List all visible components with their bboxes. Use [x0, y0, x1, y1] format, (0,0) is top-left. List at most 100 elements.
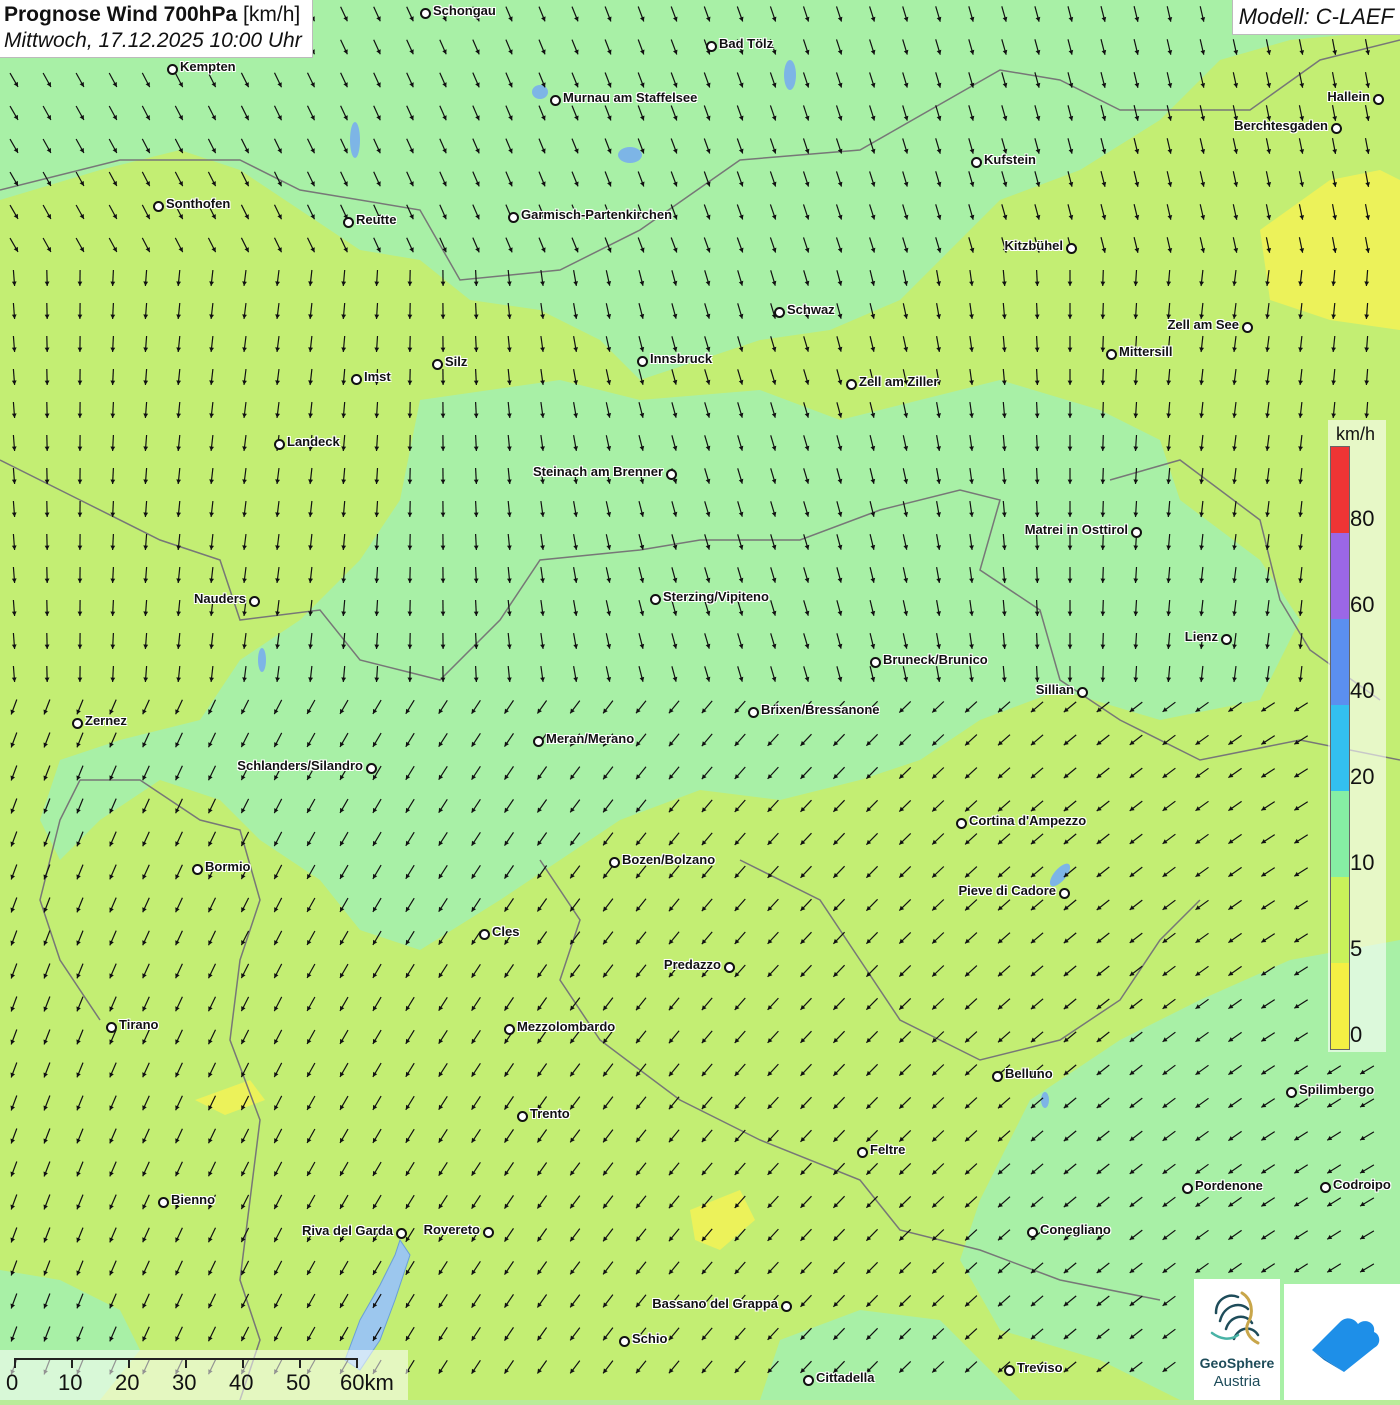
city-name: Pieve di Cadore [958, 883, 1056, 898]
city-name: Predazzo [664, 957, 721, 972]
city-dot-icon [504, 1024, 515, 1035]
city-name: Innsbruck [650, 351, 712, 366]
city-name: Zell am See [1167, 317, 1239, 332]
city-dot-icon [483, 1227, 494, 1238]
legend-swatch-60 [1331, 533, 1349, 619]
city-name: Conegliano [1040, 1222, 1111, 1237]
city-name: Trento [530, 1106, 570, 1121]
legend-label: 20 [1350, 764, 1374, 790]
city-dot-icon [366, 763, 377, 774]
city-name: Cles [492, 924, 519, 939]
city-name: Belluno [1005, 1066, 1053, 1081]
city-name: Murnau am Staffelsee [563, 90, 697, 105]
city-name: Zell am Ziller [859, 374, 938, 389]
city-dot-icon [508, 212, 519, 223]
city-dot-icon [1242, 322, 1253, 333]
weather-app-logo[interactable] [1284, 1284, 1400, 1400]
city-dot-icon [1286, 1087, 1297, 1098]
city-name: Kempten [180, 59, 236, 74]
city-name: Bormio [205, 859, 251, 874]
lake [350, 122, 360, 158]
color-legend: km/h 80 60 40 20 10 5 0 [1328, 420, 1386, 1052]
city-name: Steinach am Brenner [533, 464, 663, 479]
city-name: Reutte [356, 212, 396, 227]
city-name: Cortina d'Ampezzo [969, 813, 1086, 828]
legend-label: 40 [1350, 678, 1374, 704]
city-name: Lienz [1185, 629, 1218, 644]
city-dot-icon [870, 657, 881, 668]
title-box: Prognose Wind 700hPa [km/h] Mittwoch, 17… [0, 0, 313, 58]
city-dot-icon [774, 307, 785, 318]
city-dot-icon [1059, 888, 1070, 899]
city-dot-icon [724, 962, 735, 973]
city-name: Schio [632, 1331, 667, 1346]
city-name: Sterzing/Vipiteno [663, 589, 769, 604]
city-dot-icon [1131, 527, 1142, 538]
geosphere-name: GeoSphere [1194, 1355, 1280, 1371]
city-name: Berchtesgaden [1234, 118, 1328, 133]
city-dot-icon [420, 8, 431, 19]
city-dot-icon [666, 469, 677, 480]
lake [1041, 1092, 1049, 1108]
model-label: Modell: C-LAEF [1232, 0, 1400, 35]
city-dot-icon [106, 1022, 117, 1033]
city-dot-icon [432, 359, 443, 370]
city-dot-icon [748, 707, 759, 718]
map-title-main: Prognose Wind 700hPa [4, 3, 237, 26]
city-dot-icon [153, 201, 164, 212]
scale-label: 40 [229, 1370, 253, 1396]
scale-tick [356, 1358, 358, 1368]
city-name: Mittersill [1119, 344, 1172, 359]
city-name: Nauders [194, 591, 246, 606]
city-dot-icon [167, 64, 178, 75]
city-dot-icon [351, 374, 362, 385]
lake [532, 85, 548, 99]
city-dot-icon [992, 1071, 1003, 1082]
geosphere-logo[interactable]: GeoSphere Austria [1194, 1279, 1280, 1400]
legend-swatch-80 [1331, 447, 1349, 533]
city-name: Bassano del Grappa [652, 1296, 778, 1311]
city-name: Bienno [171, 1192, 215, 1207]
city-dot-icon [343, 217, 354, 228]
legend-bar [1330, 446, 1350, 1050]
city-dot-icon [533, 736, 544, 747]
scale-label: 60km [340, 1370, 394, 1396]
lake [258, 648, 266, 672]
city-dot-icon [1221, 634, 1232, 645]
legend-swatch-5 [1331, 877, 1349, 963]
city-dot-icon [803, 1375, 814, 1386]
city-dot-icon [609, 857, 620, 868]
city-name: Meran/Merano [546, 731, 634, 746]
scale-label: 20 [115, 1370, 139, 1396]
forecast-datetime: Mittwoch, 17.12.2025 10:00 Uhr [4, 29, 302, 53]
city-name: Kufstein [984, 152, 1036, 167]
city-dot-icon [192, 864, 203, 875]
city-name: Feltre [870, 1142, 905, 1157]
legend-unit: km/h [1336, 424, 1375, 445]
city-name: Bruneck/Brunico [883, 652, 988, 667]
city-name: Cittadella [816, 1370, 875, 1385]
legend-label: 80 [1350, 506, 1374, 532]
city-dot-icon [158, 1197, 169, 1208]
city-name: Schwaz [787, 302, 835, 317]
city-name: Spilimbergo [1299, 1082, 1374, 1097]
legend-swatch-10 [1331, 791, 1349, 877]
cloud-icon [1284, 1284, 1400, 1400]
city-dot-icon [1373, 94, 1384, 105]
legend-label: 5 [1350, 936, 1362, 962]
city-dot-icon [1331, 123, 1342, 134]
city-name: Sillian [1036, 682, 1074, 697]
city-dot-icon [72, 718, 83, 729]
scale-tick [71, 1358, 73, 1368]
city-dot-icon [479, 929, 490, 940]
scale-tick [14, 1358, 16, 1368]
city-dot-icon [706, 41, 717, 52]
city-dot-icon [846, 379, 857, 390]
city-name: Rovereto [424, 1222, 480, 1237]
scale-tick [185, 1358, 187, 1368]
scale-bar: 0 10 20 30 40 50 60km [0, 1350, 408, 1400]
city-dot-icon [1027, 1227, 1038, 1238]
city-dot-icon [550, 95, 561, 106]
legend-swatch-20 [1331, 705, 1349, 791]
lake [618, 147, 642, 163]
